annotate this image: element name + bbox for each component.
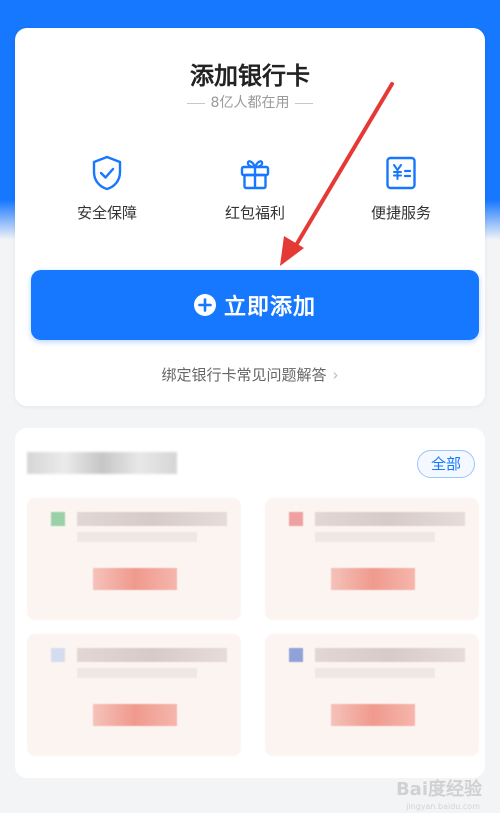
bank-logo-icon xyxy=(51,512,65,526)
blurred-bank-sub xyxy=(315,668,435,678)
blurred-section-title xyxy=(27,452,177,474)
blurred-offer xyxy=(93,568,177,590)
bank-logo-icon xyxy=(51,648,65,662)
blurred-bank-name xyxy=(77,648,227,662)
bank-logo-icon xyxy=(289,512,303,526)
bank-tile[interactable] xyxy=(27,634,241,756)
bank-card-list-panel: 全部 xyxy=(15,428,485,778)
view-all-button[interactable]: 全部 xyxy=(417,450,475,478)
blurred-bank-name xyxy=(315,648,465,662)
blurred-bank-sub xyxy=(77,668,197,678)
bank-tile[interactable] xyxy=(265,498,479,620)
blurred-offer xyxy=(93,704,177,726)
bank-tile[interactable] xyxy=(265,634,479,756)
watermark-logo: Bai度经验 xyxy=(395,779,482,800)
bank-logo-icon xyxy=(289,648,303,662)
bank-tile[interactable] xyxy=(27,498,241,620)
blurred-bank-sub xyxy=(77,532,197,542)
blurred-bank-sub xyxy=(315,532,435,542)
blurred-bank-name xyxy=(315,512,465,526)
blurred-offer xyxy=(331,704,415,726)
watermark-url: jingyan.baidu.com xyxy=(406,802,480,811)
blurred-bank-name xyxy=(77,512,227,526)
blurred-offer xyxy=(331,568,415,590)
